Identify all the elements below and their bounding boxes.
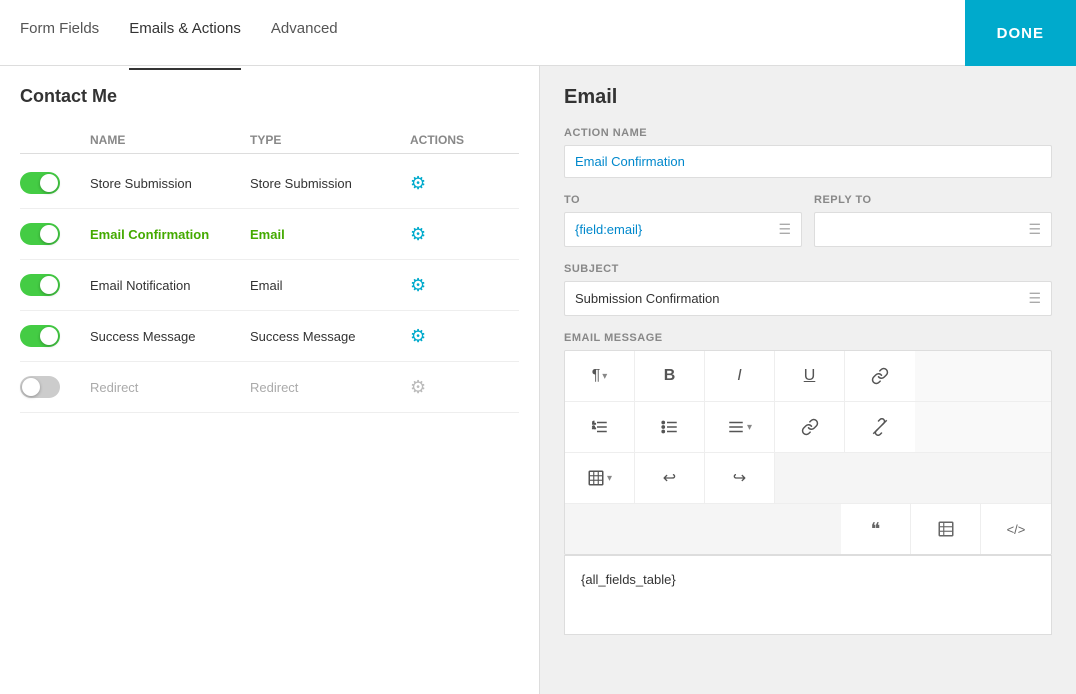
done-button[interactable]: DONE bbox=[965, 0, 1076, 66]
toggle-email-notification[interactable] bbox=[20, 274, 60, 296]
toolbar-ordered-list[interactable]: 1.2. bbox=[565, 402, 635, 452]
row-actions-redirect: ⚙ bbox=[410, 377, 490, 398]
left-panel: Contact Me NAME TYPE ACTIONS Store Submi… bbox=[0, 66, 540, 694]
row-actions-success-message: ⚙ bbox=[410, 326, 490, 347]
toolbar-align[interactable] bbox=[705, 402, 775, 452]
toolbar-paragraph[interactable]: ¶ bbox=[565, 351, 635, 401]
row-type-store-submission: Store Submission bbox=[250, 176, 410, 191]
subject-group: SUBJECT Submission Confirmation ☰ bbox=[564, 263, 1052, 316]
toolbar-unordered-list[interactable] bbox=[635, 402, 705, 452]
email-message-group: EMAIL MESSAGE ¶ B I U 1.2. bbox=[564, 332, 1052, 635]
toolbar-underline[interactable]: U bbox=[775, 351, 845, 401]
toggle-email-confirmation[interactable] bbox=[20, 223, 60, 245]
settings-icon-success-message[interactable]: ⚙ bbox=[410, 326, 426, 347]
to-reply-row: TO {field:email} ☰ REPLY TO ☰ bbox=[564, 194, 1052, 263]
table-row: Email Notification Email ⚙ bbox=[20, 260, 519, 311]
section-title: Contact Me bbox=[20, 86, 519, 107]
email-editor[interactable]: {all_fields_table} bbox=[564, 555, 1052, 635]
col-toggle bbox=[20, 133, 90, 147]
toggle-store-submission[interactable] bbox=[20, 172, 60, 194]
row-name-success-message: Success Message bbox=[90, 329, 250, 344]
toolbar-bold[interactable]: B bbox=[635, 351, 705, 401]
row-name-store-submission: Store Submission bbox=[90, 176, 250, 191]
to-value: {field:email} bbox=[575, 222, 772, 237]
settings-icon-email-notification[interactable]: ⚙ bbox=[410, 275, 426, 296]
table-row: Email Confirmation Email ⚙ bbox=[20, 209, 519, 260]
to-field[interactable]: {field:email} ☰ bbox=[564, 212, 802, 247]
subject-field[interactable]: Submission Confirmation ☰ bbox=[564, 281, 1052, 316]
toolbar-link2[interactable] bbox=[775, 402, 845, 452]
toolbar-undo[interactable]: ↩ bbox=[635, 453, 705, 503]
row-actions-email-confirmation: ⚙ bbox=[410, 224, 490, 245]
row-actions-store-submission: ⚙ bbox=[410, 173, 490, 194]
reply-to-field[interactable]: ☰ bbox=[814, 212, 1052, 247]
row-name-email-confirmation: Email Confirmation bbox=[90, 227, 250, 242]
row-type-email-confirmation: Email bbox=[250, 227, 410, 242]
toolbar-spacer bbox=[775, 453, 1051, 503]
action-name-label: ACTION NAME bbox=[564, 127, 1052, 139]
subject-value: Submission Confirmation bbox=[575, 291, 1022, 306]
row-type-email-notification: Email bbox=[250, 278, 410, 293]
settings-icon-redirect[interactable]: ⚙ bbox=[410, 377, 426, 398]
reply-to-label: REPLY TO bbox=[814, 194, 1052, 206]
table-row: Store Submission Store Submission ⚙ bbox=[20, 158, 519, 209]
action-name-value: Email Confirmation bbox=[575, 154, 1041, 169]
toolbar-table[interactable] bbox=[565, 453, 635, 503]
table-header: NAME TYPE ACTIONS bbox=[20, 127, 519, 154]
col-name: NAME bbox=[90, 133, 250, 147]
table-row: Redirect Redirect ⚙ bbox=[20, 362, 519, 413]
toolbar-table2[interactable] bbox=[911, 504, 981, 554]
toolbar-spacer2 bbox=[565, 504, 841, 554]
toggle-success-message[interactable] bbox=[20, 325, 60, 347]
toolbar-row-3: ↩ ↪ bbox=[565, 453, 1051, 504]
toolbar-italic[interactable]: I bbox=[705, 351, 775, 401]
top-bar: Form Fields Emails & Actions Advanced DO… bbox=[0, 0, 1076, 66]
email-message-label: EMAIL MESSAGE bbox=[564, 332, 1052, 344]
to-label: TO bbox=[564, 194, 802, 206]
toolbar-unlink[interactable] bbox=[845, 402, 915, 452]
col-actions: ACTIONS bbox=[410, 133, 490, 147]
subject-label: SUBJECT bbox=[564, 263, 1052, 275]
tab-advanced[interactable]: Advanced bbox=[271, 0, 338, 70]
svg-text:2.: 2. bbox=[592, 426, 595, 430]
toolbar-redo[interactable]: ↪ bbox=[705, 453, 775, 503]
email-panel-title: Email bbox=[564, 86, 1052, 109]
settings-icon-store-submission[interactable]: ⚙ bbox=[410, 173, 426, 194]
main-content: Contact Me NAME TYPE ACTIONS Store Submi… bbox=[0, 66, 1076, 694]
subject-field-icon[interactable]: ☰ bbox=[1028, 290, 1041, 307]
action-name-field[interactable]: Email Confirmation bbox=[564, 145, 1052, 178]
toolbar-quote[interactable]: ❝ bbox=[841, 504, 911, 554]
row-actions-email-notification: ⚙ bbox=[410, 275, 490, 296]
reply-to-field-icon[interactable]: ☰ bbox=[1028, 221, 1041, 238]
top-tabs: Form Fields Emails & Actions Advanced bbox=[20, 0, 338, 70]
row-name-email-notification: Email Notification bbox=[90, 278, 250, 293]
svg-text:1.: 1. bbox=[592, 421, 595, 425]
reply-to-group: REPLY TO ☰ bbox=[814, 194, 1052, 247]
toolbar-row-bottom: ❝ </> bbox=[565, 504, 1051, 554]
row-name-redirect: Redirect bbox=[90, 380, 250, 395]
email-message-toolbar: ¶ B I U 1.2. bbox=[564, 350, 1052, 555]
action-name-group: ACTION NAME Email Confirmation bbox=[564, 127, 1052, 178]
to-field-icon[interactable]: ☰ bbox=[778, 221, 791, 238]
toolbar-row-1: ¶ B I U bbox=[565, 351, 1051, 402]
row-type-success-message: Success Message bbox=[250, 329, 410, 344]
toolbar-code[interactable]: </> bbox=[981, 504, 1051, 554]
toolbar-link1[interactable] bbox=[845, 351, 915, 401]
settings-icon-email-confirmation[interactable]: ⚙ bbox=[410, 224, 426, 245]
table-row: Success Message Success Message ⚙ bbox=[20, 311, 519, 362]
to-group: TO {field:email} ☰ bbox=[564, 194, 802, 247]
toggle-redirect[interactable] bbox=[20, 376, 60, 398]
tab-form-fields[interactable]: Form Fields bbox=[20, 0, 99, 70]
row-type-redirect: Redirect bbox=[250, 380, 410, 395]
right-panel: Email ACTION NAME Email Confirmation TO … bbox=[540, 66, 1076, 694]
col-type: TYPE bbox=[250, 133, 410, 147]
tab-emails-actions[interactable]: Emails & Actions bbox=[129, 0, 241, 70]
toolbar-row-2: 1.2. bbox=[565, 402, 1051, 453]
